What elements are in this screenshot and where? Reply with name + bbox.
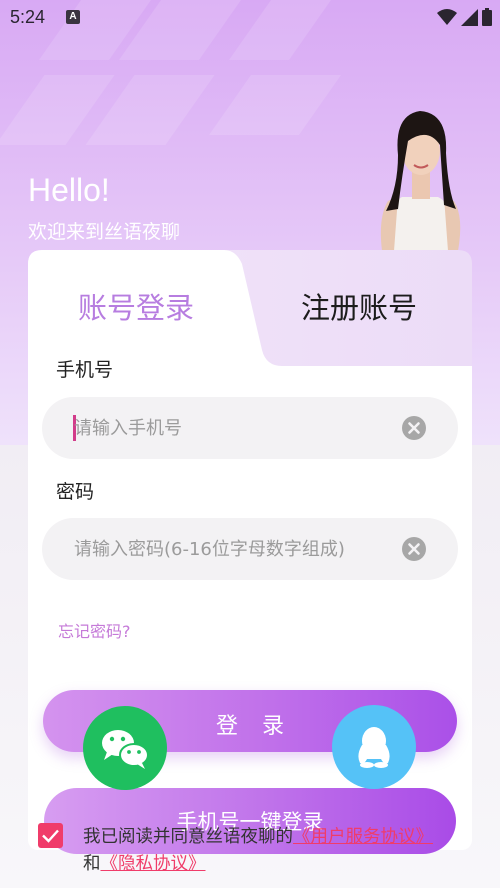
status-icons (437, 8, 492, 26)
clear-icon[interactable] (402, 537, 426, 561)
phone-input-box[interactable] (42, 397, 458, 459)
tab-account-login[interactable]: 账号登录 (78, 285, 194, 327)
greeting-title: Hello! (28, 172, 110, 208)
tab-register-account[interactable]: 注册账号 (301, 285, 417, 327)
password-input-box[interactable] (42, 518, 458, 580)
qq-icon (358, 727, 390, 768)
privacy-policy-link[interactable]: 《隐私协议》 (101, 854, 206, 874)
agreement-and: 和 (83, 854, 101, 874)
password-input[interactable] (74, 518, 394, 580)
battery-icon (482, 8, 492, 26)
wechat-login-button[interactable] (83, 706, 167, 790)
qq-login-button[interactable] (332, 705, 416, 789)
checkmark-icon (42, 829, 59, 843)
status-bar: 5:24 A (0, 0, 500, 36)
phone-label: 手机号 (56, 359, 114, 381)
wifi-icon (437, 9, 457, 25)
phone-input[interactable] (74, 397, 394, 459)
agreement-prefix: 我已阅读并同意丝语夜聊的 (83, 827, 293, 847)
agreement-text: 我已阅读并同意丝语夜聊的《用户服务协议》和《隐私协议》 (83, 824, 443, 878)
forgot-password-link[interactable]: 忘记密码? (58, 618, 131, 642)
wechat-icon (102, 730, 149, 769)
hero-portrait-image (380, 111, 461, 251)
status-time: 5:24 (10, 7, 46, 27)
service-agreement-link[interactable]: 《用户服务协议》 (293, 827, 433, 847)
welcome-subtitle: 欢迎来到丝语夜聊 (28, 221, 181, 243)
clear-icon[interactable] (402, 416, 426, 440)
background-shine (208, 75, 342, 135)
password-label: 密码 (56, 481, 95, 503)
notification-icon: A (66, 10, 80, 24)
agreement-checkbox[interactable] (38, 823, 63, 848)
signal-icon (461, 8, 478, 26)
